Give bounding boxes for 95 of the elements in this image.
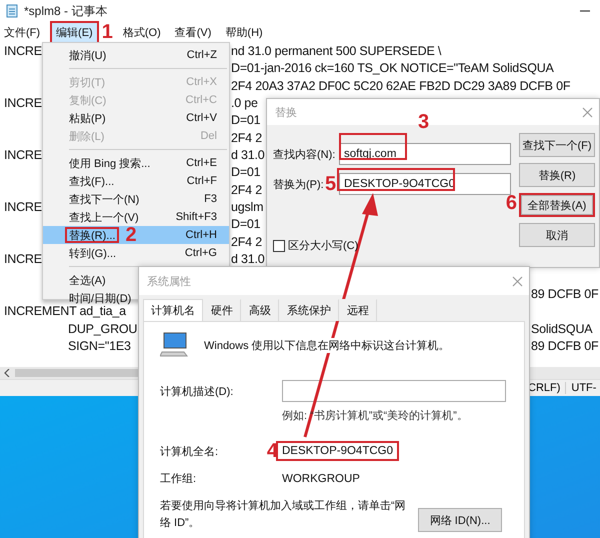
- checkbox[interactable]: [273, 240, 285, 252]
- dialog-button[interactable]: 查找下一个(F): [519, 133, 595, 157]
- text-line: .0 pe: [231, 96, 258, 110]
- text-line: 89 DCFB 0F: [531, 338, 598, 353]
- shortcut-text: Ctrl+H: [186, 229, 217, 241]
- menu-item-label: 查找(F)...: [69, 174, 114, 188]
- note-text: 若要使用向导将计算机加入域或工作组，请单击“网络 ID”。: [160, 499, 407, 531]
- shortcut-text: F3: [204, 193, 217, 205]
- workgroup-name: WORKGROUP: [282, 472, 360, 484]
- text-line: D=01: [231, 217, 260, 232]
- shortcut-text: Ctrl+X: [186, 76, 217, 88]
- text-line: INCRE: [4, 200, 42, 214]
- status-text: UTF-: [565, 382, 600, 394]
- menu-bar-item[interactable]: 文件(F): [0, 22, 44, 42]
- shortcut-text: Ctrl+E: [186, 157, 217, 169]
- menu-item-label: 替换(R)...: [69, 228, 116, 242]
- menu-item[interactable]: 查找上一个(V) Shift+F3: [43, 208, 229, 226]
- text-line: INCRE: [4, 96, 42, 110]
- computer-name: DESKTOP-9O4TCG0: [282, 445, 393, 457]
- shortcut-text: Ctrl+C: [186, 94, 217, 106]
- shortcut-text: Ctrl+Z: [186, 49, 217, 61]
- dialog-button[interactable]: 取消: [519, 223, 595, 247]
- menu-item[interactable]: 粘贴(P) Ctrl+V: [43, 109, 229, 127]
- shortcut-text: Ctrl+V: [186, 112, 217, 124]
- field-label: 计算机描述(D):: [160, 384, 234, 398]
- scroll-left-icon[interactable]: [3, 369, 11, 377]
- tab[interactable]: 计算机名: [143, 299, 203, 321]
- hint-text: 例如: “书房计算机”或“美玲的计算机”。: [282, 408, 468, 423]
- menu-bar-item[interactable]: 帮助(H): [221, 22, 267, 42]
- network-id-button[interactable]: 网络 ID(N)...: [418, 508, 502, 532]
- dialog-button[interactable]: 全部替换(A): [521, 195, 593, 215]
- text-line: INCREMENT ad_tia_a: [4, 304, 126, 318]
- text-line: 2F4 2: [231, 130, 262, 145]
- close-icon[interactable]: [512, 276, 523, 286]
- menu-item[interactable]: 使用 Bing 搜索... Ctrl+E: [43, 154, 229, 172]
- text-line: 2F4 2: [231, 182, 262, 197]
- text-line: D=01: [231, 113, 260, 128]
- menu-item-label: 复制(C): [69, 94, 106, 108]
- step-number: 3: [418, 112, 430, 132]
- text-line: D=01-jan-2016 ck=160 TS_OK NOTICE="TeAM SolidSQUA: [231, 61, 554, 76]
- text-line: DUP_GROU: [68, 322, 138, 336]
- menu-item[interactable]: 替换(R)... 2 Ctrl+H: [43, 226, 229, 244]
- step-number: 2: [125, 225, 137, 245]
- tab[interactable]: 远程: [339, 299, 377, 321]
- field-label: 工作组:: [160, 472, 196, 486]
- text-line: 2F4 20A3 37A2 DF0C 5C20 62AE FB2D DC29 3A89 DCFB 0F: [231, 78, 570, 93]
- text-line: d 31.0: [231, 252, 265, 266]
- text-line: 89 DCFB 0F: [531, 286, 598, 301]
- menu-bar-item[interactable]: 格式(O): [118, 22, 165, 42]
- menu-item-label: 删除(L): [69, 130, 104, 144]
- text-line: SolidSQUA: [531, 322, 592, 336]
- menu-item-label: 查找下一个(N): [69, 192, 140, 206]
- field-label: 替换为(P):: [273, 178, 324, 192]
- text-line: nd 31.0 permanent 500 SUPERSEDE \: [231, 44, 442, 58]
- notepad-icon: [6, 4, 18, 18]
- text-line: SIGN="1E3: [68, 338, 131, 353]
- menu-item-label: 使用 Bing 搜索...: [69, 156, 150, 170]
- shortcut-text: Ctrl+G: [184, 247, 217, 259]
- shortcut-text: Ctrl+F: [186, 175, 217, 187]
- menu-item-label: 查找上一个(V): [69, 210, 139, 224]
- text-line: INCRE: [4, 148, 42, 162]
- find-field[interactable]: softgj.com: [339, 143, 511, 165]
- dialog-button[interactable]: 替换(R): [519, 163, 595, 187]
- dialog-title: 替换: [275, 106, 297, 120]
- close-icon[interactable]: [582, 106, 593, 118]
- text-line: ugslm: [231, 200, 264, 214]
- description-field[interactable]: [282, 380, 506, 402]
- menu-item[interactable]: 查找下一个(N) F3: [43, 190, 229, 208]
- text-line: INCRE: [4, 44, 42, 58]
- menu-bar-item[interactable]: 查看(V): [170, 22, 216, 42]
- menu-item-label: 转到(G)...: [69, 246, 116, 260]
- shortcut-text: Del: [200, 130, 217, 142]
- menu-item[interactable]: 撤消(U) Ctrl+Z: [43, 46, 229, 64]
- menu-item-label: 撤消(U): [69, 48, 106, 62]
- replace-field[interactable]: DESKTOP-9O4TCG0: [339, 173, 511, 195]
- shortcut-text: Shift+F3: [176, 211, 217, 223]
- menu-item-label: 粘贴(P): [69, 112, 106, 126]
- text-line: 2F4 2: [231, 234, 262, 249]
- menu-item-label: 时间/日期(D): [69, 292, 132, 306]
- step-number: 6: [506, 192, 517, 214]
- step-number: 1: [102, 22, 113, 42]
- menu-item[interactable]: 转到(G)... Ctrl+G: [43, 244, 229, 262]
- dialog-title: 系统属性: [147, 274, 191, 288]
- menu-item[interactable]: 查找(F)... Ctrl+F: [43, 172, 229, 190]
- highlight-frame: [339, 133, 407, 160]
- field-label: 查找内容(N):: [273, 148, 336, 162]
- menu-bar-item[interactable]: 编辑(E): [52, 22, 97, 42]
- field-label: 计算机全名:: [160, 444, 218, 458]
- window-title: *splm8 - 记事本: [24, 2, 108, 20]
- text-line: d 31.0: [231, 148, 265, 162]
- text-line: INCRE: [4, 252, 42, 266]
- text-line: D=01: [231, 165, 260, 180]
- step-number: 5: [325, 174, 336, 194]
- menu-item-label: 剪切(T): [69, 76, 106, 90]
- computer-icon: [160, 332, 188, 358]
